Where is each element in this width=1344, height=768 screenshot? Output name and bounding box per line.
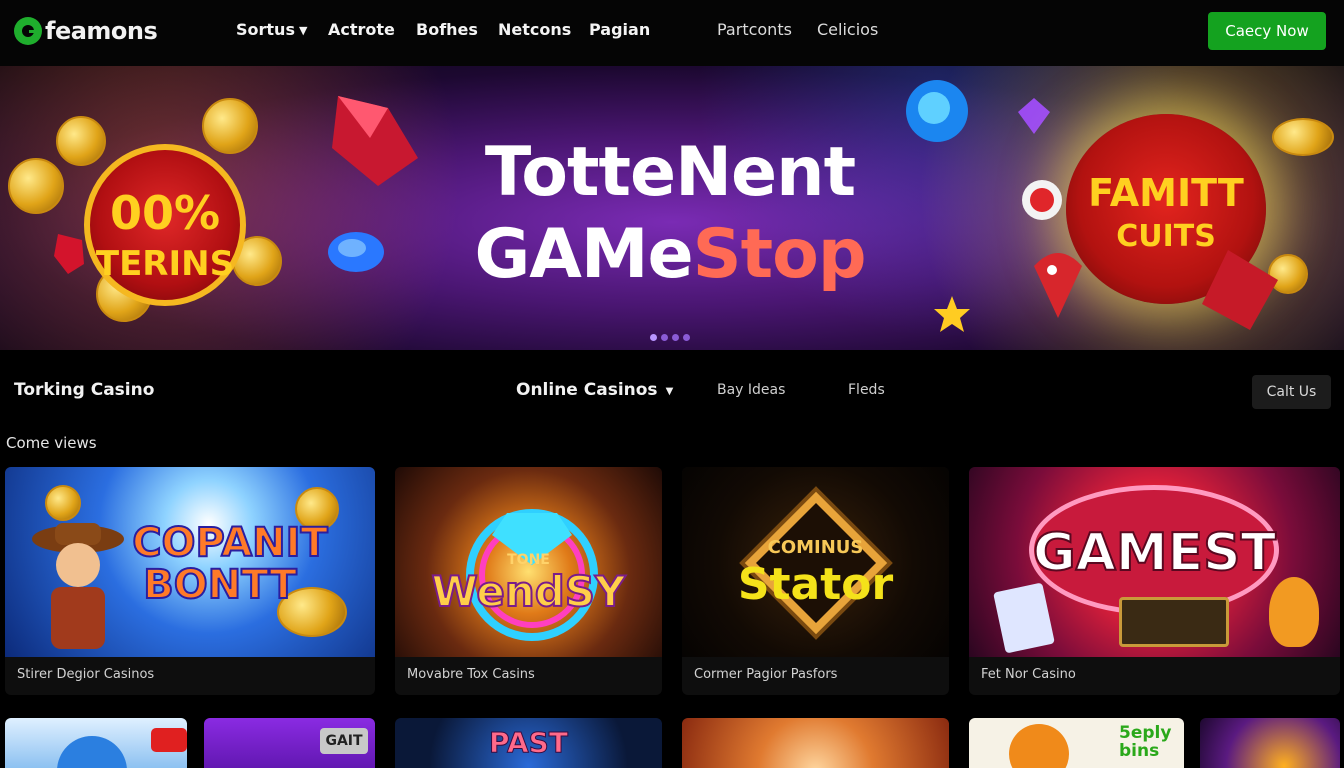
red-gem-icon — [54, 234, 84, 274]
red-gem-icon — [1202, 250, 1278, 330]
hero-title-line1: TotteNent — [484, 133, 856, 212]
red-gem-icon — [1034, 253, 1082, 318]
card-artwork-subtitle: Stator — [737, 559, 894, 610]
tile-title: 5eply bins — [1119, 723, 1172, 761]
logo-mark-icon — [14, 17, 42, 45]
nav-item-sortus[interactable]: Sortus ▼ — [236, 20, 307, 39]
poker-chip-icon — [1022, 180, 1062, 220]
casino-tile[interactable] — [5, 718, 187, 768]
nav-item-celicios[interactable]: Celicios — [817, 20, 878, 39]
nav-item-actrote[interactable]: Actrote — [328, 20, 395, 39]
card-artwork-title: GAMEST — [1032, 523, 1277, 583]
card-label: Cormer Pagior Pasfors — [694, 667, 838, 682]
card-label: Movabre Tox Casins — [407, 667, 535, 682]
promo-badge-right-line1: FAMITT — [1088, 171, 1244, 215]
promo-badge-left-text: TERINS — [95, 244, 235, 284]
card-artwork: COMINUS Stator — [682, 467, 949, 657]
nav-item-pagian[interactable]: Pagian — [589, 20, 650, 39]
card-artwork-title: COPANIT — [131, 520, 329, 566]
carousel-dot[interactable] — [672, 334, 679, 341]
casino-card[interactable]: COMINUS Stator Cormer Pagior Pasfors — [682, 467, 949, 695]
casino-card[interactable]: COPANIT BONTT Stirer Degior Casinos — [5, 467, 375, 695]
coin-icon — [202, 98, 258, 154]
purple-gem-icon — [1018, 98, 1050, 134]
card-label: Fet Nor Casino — [981, 667, 1076, 682]
carousel-dot[interactable] — [650, 334, 657, 341]
section-menu-online-casinos[interactable]: Online Casinos ▼ — [516, 380, 673, 400]
blue-chip-icon — [328, 232, 384, 272]
card-artwork-title: TONE — [507, 552, 550, 568]
hero-title-line2: GAMeStop — [474, 215, 866, 294]
card-artwork-subtitle: WendSY — [431, 567, 627, 616]
top-navigation: feamons Sortus ▼ Actrote Bofhes Netcons P… — [0, 0, 1344, 66]
card-label: Stirer Degior Casinos — [17, 667, 155, 682]
carousel-dot[interactable] — [661, 334, 668, 341]
globe-icon — [57, 736, 127, 768]
nav-item-partconts[interactable]: Partconts — [717, 20, 792, 39]
hero-banner[interactable]: 00% TERINS TotteNent GAMeStop FAMITT CUI… — [0, 66, 1344, 350]
section-menu-fleds[interactable]: Fleds — [848, 382, 885, 398]
casino-card[interactable]: TONE WendSY Movabre Tox Casins — [395, 467, 662, 695]
playing-card-icon — [993, 582, 1055, 654]
slot-reels-icon — [1119, 597, 1229, 647]
carousel-indicators — [650, 334, 690, 341]
chevron-down-icon: ▼ — [665, 386, 674, 397]
card-artwork-subtitle: BONTT — [142, 562, 297, 608]
character-icon — [1269, 577, 1319, 647]
chevron-down-icon: ▼ — [298, 24, 308, 37]
casino-tile[interactable]: GAIT — [204, 718, 375, 768]
casino-card[interactable]: GAMEST Fet Nor Casino — [969, 467, 1340, 695]
coin-icon — [45, 485, 81, 521]
casino-tile[interactable] — [1200, 718, 1340, 768]
section-subtitle: Come views — [6, 434, 97, 452]
card-artwork: GAMEST — [969, 467, 1340, 657]
promo-badge-left: 00% TERINS — [84, 144, 246, 306]
brand-name: feamons — [45, 17, 158, 45]
coin-icon — [8, 158, 64, 214]
casino-tile[interactable]: PAST — [395, 718, 662, 768]
casino-tile[interactable] — [682, 718, 949, 768]
brand-logo[interactable]: feamons — [14, 14, 158, 48]
section-menu-bay-ideas[interactable]: Bay Ideas — [717, 382, 785, 398]
section-title: Torking Casino — [14, 380, 155, 400]
call-us-button[interactable]: Calt Us — [1252, 375, 1331, 409]
star-icon — [934, 296, 970, 332]
promo-badge-left-percent: 00% — [109, 186, 221, 240]
nav-item-bofhes[interactable]: Bofhes — [416, 20, 478, 39]
play-button-icon — [151, 728, 187, 752]
card-artwork-title: COMINUS — [767, 537, 864, 558]
character-icon — [1009, 724, 1069, 768]
tile-title: PAST — [489, 726, 569, 760]
blue-chip-icon — [906, 80, 968, 142]
signup-cta-button[interactable]: Caecy Now — [1208, 12, 1326, 50]
card-artwork: COPANIT BONTT — [5, 467, 375, 657]
carousel-dot[interactable] — [683, 334, 690, 341]
coin-icon — [56, 116, 106, 166]
hero-title: TotteNent GAMeStop — [380, 132, 960, 296]
coin-icon — [1272, 118, 1334, 156]
tile-badge: GAIT — [320, 728, 368, 754]
nav-item-netcons[interactable]: Netcons — [498, 20, 571, 39]
card-artwork: TONE WendSY — [395, 467, 662, 657]
casino-tile[interactable]: 5eply bins — [969, 718, 1184, 768]
